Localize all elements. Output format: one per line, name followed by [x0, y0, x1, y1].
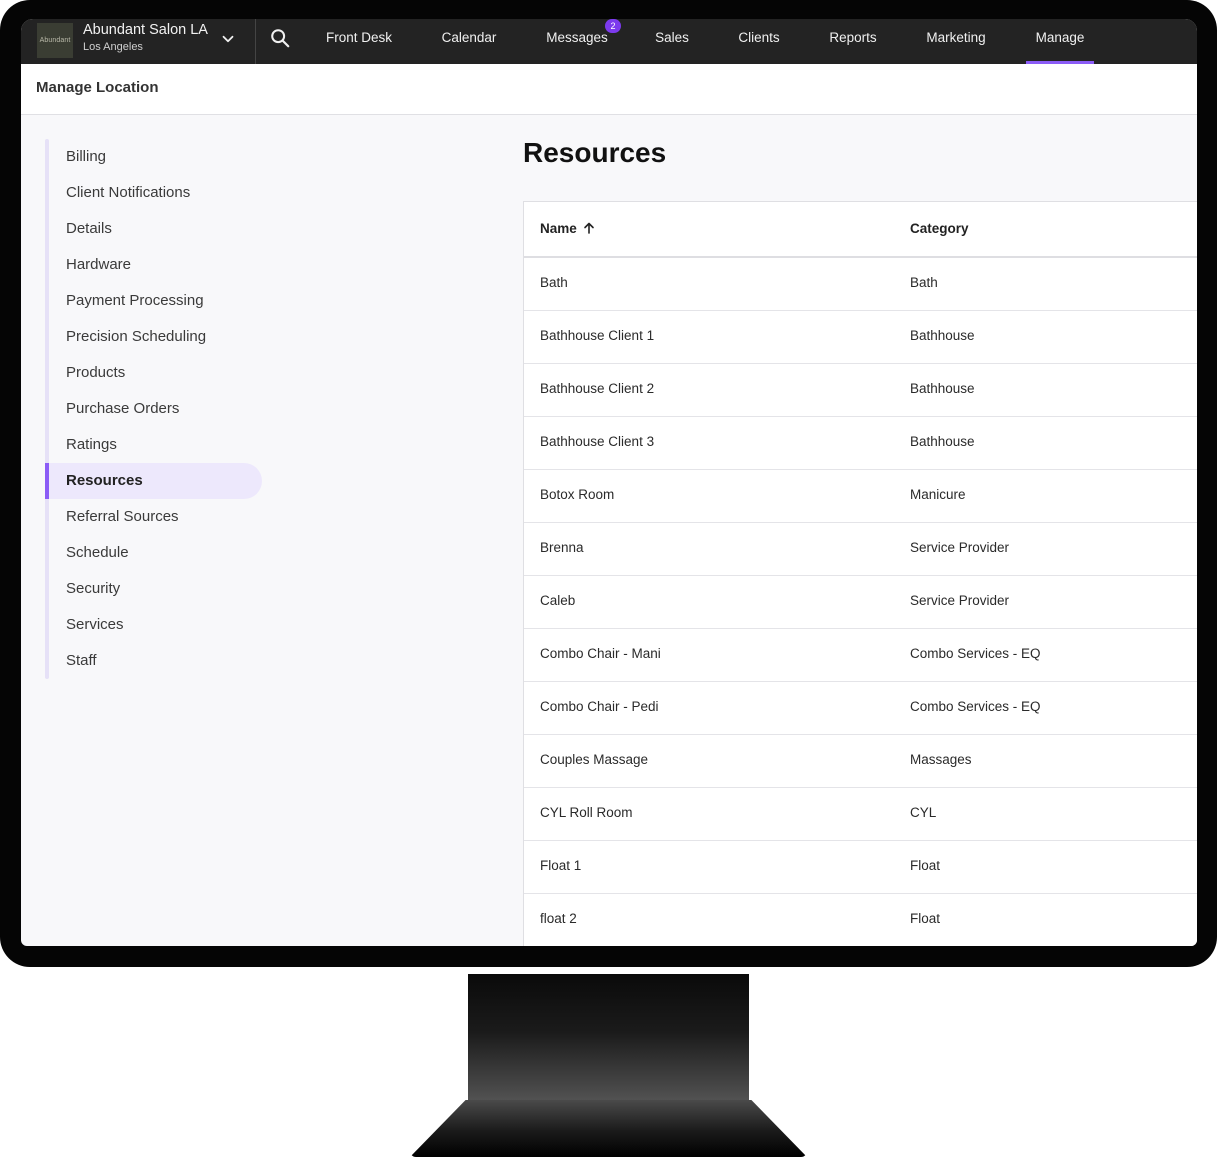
sidebar-item-staff[interactable]: Staff	[45, 643, 262, 679]
cell-name: Bathhouse Client 3	[540, 434, 655, 449]
table-row[interactable]: CYL Roll Room CYL	[524, 788, 1197, 841]
nav-clients[interactable]: Clients	[729, 19, 789, 64]
cell-category: Float	[910, 858, 941, 873]
table-row[interactable]: Float 1 Float	[524, 841, 1197, 894]
sidebar-item-client-notifications[interactable]: Client Notifications	[45, 175, 262, 211]
cell-name: Couples Massage	[540, 752, 649, 767]
messages-count-badge: 2	[605, 19, 621, 33]
cell-category: CYL	[910, 805, 937, 820]
cell-name: Botox Room	[540, 487, 615, 502]
table-row[interactable]: Botox Room Manicure	[524, 470, 1197, 523]
table-row[interactable]: Caleb Service Provider	[524, 576, 1197, 629]
cell-name: Bathhouse Client 2	[540, 381, 655, 396]
cell-category: Bathhouse	[910, 381, 975, 396]
cell-name: Combo Chair - Mani	[540, 646, 661, 661]
table-row[interactable]: Combo Chair - Mani Combo Services - EQ	[524, 629, 1197, 682]
cell-category: Massages	[910, 752, 972, 767]
nav-calendar[interactable]: Calendar	[433, 19, 505, 64]
monitor-stand-neck	[468, 974, 749, 1104]
column-header-category[interactable]: Category	[910, 221, 969, 236]
sidebar-item-schedule[interactable]: Schedule	[45, 535, 262, 571]
cell-category: Combo Services - EQ	[910, 699, 1041, 714]
cell-name: Caleb	[540, 593, 576, 608]
sidebar-item-services[interactable]: Services	[45, 607, 262, 643]
settings-sidebar: Billing Client Notifications Details Har…	[45, 139, 285, 679]
cell-name: Bathhouse Client 1	[540, 328, 655, 343]
resources-heading: Resources	[523, 137, 667, 168]
cell-category: Service Provider	[910, 593, 1010, 608]
table-row[interactable]: Bathhouse Client 2 Bathhouse	[524, 364, 1197, 417]
cell-category: Bathhouse	[910, 328, 975, 343]
page-header: Manage Location	[21, 64, 1197, 115]
cell-category: Manicure	[910, 487, 966, 502]
sidebar-item-purchase-orders[interactable]: Purchase Orders	[45, 391, 262, 427]
app-screen: Abundant Abundant Salon LA Los Angeles F…	[21, 19, 1197, 946]
cell-name: Bath	[540, 275, 568, 290]
table-row[interactable]: Bath Bath	[524, 258, 1197, 311]
table-row[interactable]: Bathhouse Client 1 Bathhouse	[524, 311, 1197, 364]
sidebar-item-security[interactable]: Security	[45, 571, 262, 607]
cell-name: Brenna	[540, 540, 584, 555]
table-row[interactable]: Combo Chair - Pedi Combo Services - EQ	[524, 682, 1197, 735]
search-icon[interactable]	[269, 27, 291, 49]
table-row[interactable]: float 2 Float	[524, 894, 1197, 946]
nav-reports[interactable]: Reports	[820, 19, 886, 64]
cell-category: Bath	[910, 275, 938, 290]
sidebar-item-hardware[interactable]: Hardware	[45, 247, 262, 283]
location-name: Abundant Salon LA	[83, 22, 208, 38]
location-logo: Abundant	[37, 23, 73, 58]
cell-category: Service Provider	[910, 540, 1010, 555]
arrow-up-icon	[583, 222, 594, 234]
chevron-down-icon	[222, 35, 234, 43]
sidebar-item-details[interactable]: Details	[45, 211, 262, 247]
sidebar-item-products[interactable]: Products	[45, 355, 262, 391]
nav-sales[interactable]: Sales	[649, 19, 695, 64]
table-row[interactable]: Brenna Service Provider	[524, 523, 1197, 576]
nav-manage[interactable]: Manage	[1026, 19, 1094, 64]
sidebar-item-billing[interactable]: Billing	[45, 139, 262, 175]
table-header: Name Category	[524, 202, 1197, 258]
top-nav: Abundant Abundant Salon LA Los Angeles F…	[21, 19, 1197, 64]
location-switcher[interactable]: Abundant Abundant Salon LA Los Angeles	[21, 19, 256, 64]
monitor-stand-base	[410, 1100, 807, 1157]
table-row[interactable]: Bathhouse Client 3 Bathhouse	[524, 417, 1197, 470]
column-header-name[interactable]: Name	[540, 221, 595, 236]
resources-table: Name Category Bath Bath Bathhouse Client…	[523, 201, 1197, 946]
sidebar-item-payment-processing[interactable]: Payment Processing	[45, 283, 262, 319]
cell-name: CYL Roll Room	[540, 805, 633, 820]
cell-category: Bathhouse	[910, 434, 975, 449]
cell-category: Float	[910, 911, 941, 926]
cell-name: Float 1	[540, 858, 582, 873]
nav-marketing[interactable]: Marketing	[918, 19, 994, 64]
nav-front-desk[interactable]: Front Desk	[317, 19, 401, 64]
sidebar-item-ratings[interactable]: Ratings	[45, 427, 262, 463]
cell-category: Combo Services - EQ	[910, 646, 1041, 661]
location-city: Los Angeles	[83, 41, 143, 53]
sidebar-item-precision-scheduling[interactable]: Precision Scheduling	[45, 319, 262, 355]
column-name-label: Name	[540, 221, 577, 236]
table-row[interactable]: Couples Massage Massages	[524, 735, 1197, 788]
cell-name: float 2	[540, 911, 577, 926]
sidebar-item-referral-sources[interactable]: Referral Sources	[45, 499, 262, 535]
page-title: Manage Location	[36, 79, 159, 96]
sidebar-item-resources[interactable]: Resources	[45, 463, 262, 499]
cell-name: Combo Chair - Pedi	[540, 699, 659, 714]
